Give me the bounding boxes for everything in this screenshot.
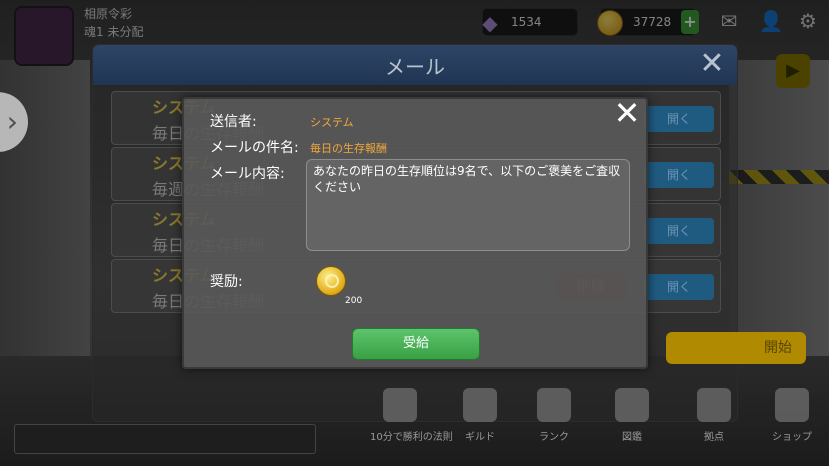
subject-value: 毎日の生存報酬 (310, 142, 387, 155)
nav-label: ランク (539, 432, 569, 443)
content-label: メール内容: (210, 166, 285, 182)
reward-label: 奨励: (210, 274, 243, 290)
sender-label: 送信者: (210, 114, 257, 130)
chat-box[interactable] (14, 424, 316, 454)
reward-count: 200 (345, 296, 363, 306)
receive-button[interactable]: 受給 (352, 328, 480, 360)
subject-label: メールの件名: (210, 140, 299, 156)
nav-label: ショップ (772, 432, 812, 443)
nav-item-shop[interactable]: ショップ (762, 388, 822, 443)
mail-detail-modal: ✕ 送信者: システム メールの件名: 毎日の生存報酬 メール内容: あなたの昨… (182, 97, 648, 369)
book-icon (383, 388, 417, 422)
mail-window-title: メール (385, 55, 445, 79)
open-button[interactable]: 開く (644, 106, 714, 132)
gold-coin-icon (316, 266, 346, 296)
mail-window-close-button[interactable]: ✕ (697, 49, 727, 80)
nav-label: 10分で勝利の法則 (370, 432, 453, 443)
sender-value: システム (310, 116, 354, 129)
nav-item-guild[interactable]: ギルド (450, 388, 510, 443)
home-icon (697, 388, 731, 422)
open-button[interactable]: 開く (644, 218, 714, 244)
nav-item-guide[interactable]: 10分で勝利の法則 (370, 388, 453, 443)
mail-content-box: あなたの昨日の生存順位は9名で、以下のご褒美をご査収ください (306, 159, 630, 251)
trophy-icon (537, 388, 571, 422)
shop-icon (775, 388, 809, 422)
mail-window-header: メール ✕ (93, 45, 737, 85)
book-icon (615, 388, 649, 422)
open-button[interactable]: 開く (644, 162, 714, 188)
start-button[interactable]: 開始 (666, 332, 806, 364)
guild-icon (463, 388, 497, 422)
nav-item-base[interactable]: 拠点 (684, 388, 744, 443)
nav-label: 拠点 (704, 432, 724, 443)
open-button[interactable]: 開く (644, 274, 714, 300)
nav-label: 図鑑 (622, 432, 642, 443)
nav-item-codex[interactable]: 図鑑 (602, 388, 662, 443)
bottom-nav: 10分で勝利の法則 ギルド ランク 図鑑 拠点 ショップ (360, 388, 829, 458)
nav-item-rank[interactable]: ランク (524, 388, 584, 443)
modal-close-button[interactable]: ✕ (612, 97, 642, 129)
nav-label: ギルド (465, 432, 495, 443)
